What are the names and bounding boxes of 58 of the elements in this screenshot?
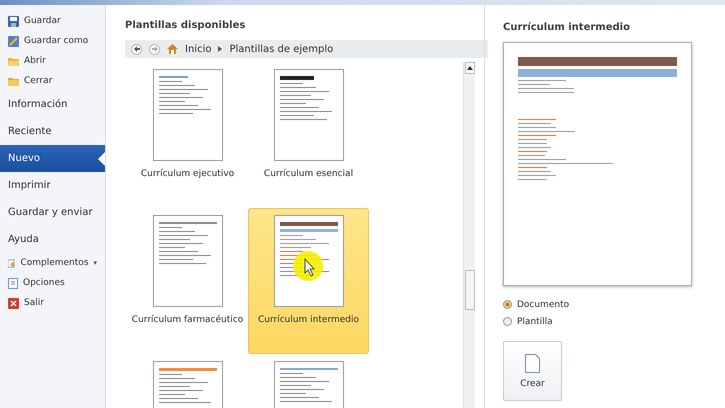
template-title: Currículum esencial xyxy=(264,169,354,179)
menu-item-label: Reciente xyxy=(8,126,52,137)
radio-button[interactable] xyxy=(503,317,512,326)
chevron-right-icon xyxy=(218,46,222,52)
menu-item-label: Salir xyxy=(24,298,44,308)
menu-item-label: Ayuda xyxy=(8,234,39,245)
scroll-thumb[interactable] xyxy=(464,270,474,310)
radio-button[interactable] xyxy=(503,300,512,309)
folder-icon xyxy=(8,56,19,66)
template-tile[interactable]: Currículum ejecutivo xyxy=(127,62,248,208)
preview-title: Currículum intermedio xyxy=(503,22,631,35)
menu-item-label: Opciones xyxy=(23,278,65,288)
template-tile[interactable]: Currículum esencial xyxy=(248,62,369,208)
menu-item[interactable]: Cerrar xyxy=(0,71,105,91)
forward-button[interactable] xyxy=(149,44,160,54)
radio-option[interactable]: Plantilla xyxy=(503,313,725,330)
menu-item[interactable]: Guardar y enviar xyxy=(0,199,105,226)
back-button[interactable] xyxy=(131,44,142,54)
menu-item-label: Complementos xyxy=(20,258,88,268)
breadcrumb-link[interactable]: Plantillas de ejemplo xyxy=(229,44,334,54)
menu-item[interactable]: Abrir xyxy=(0,51,105,71)
menu-item[interactable]: Reciente xyxy=(0,118,105,145)
menu-item-label: Guardar como xyxy=(24,36,88,46)
template-tile[interactable]: Currículum intermedio xyxy=(248,208,369,354)
menu-item[interactable]: Opciones xyxy=(0,273,105,293)
template-title: Currículum farmacéutico xyxy=(132,315,244,325)
menu-item-label: Información xyxy=(8,99,68,110)
menu-item[interactable]: Imprimir xyxy=(0,172,105,199)
scrollbar[interactable] xyxy=(463,62,475,408)
menu-item[interactable]: Información xyxy=(0,91,105,118)
menu-item-label: Guardar xyxy=(24,16,61,26)
radio-option[interactable]: Documento xyxy=(503,296,725,313)
menu-item[interactable]: Nuevo xyxy=(0,145,105,172)
menu-item-label: Nuevo xyxy=(8,153,40,164)
menu-item-label: Guardar y enviar xyxy=(8,207,92,218)
radio-label: Plantilla xyxy=(517,316,553,326)
template-tile[interactable]: Currículum farmacéutico xyxy=(127,208,248,354)
document-icon xyxy=(525,354,540,372)
breadcrumb-link[interactable]: Inicio xyxy=(185,44,212,54)
template-title: Currículum intermedio xyxy=(258,315,360,325)
menu-item[interactable]: Salir xyxy=(0,293,105,313)
document-icon xyxy=(8,278,18,288)
menu-item-label: Cerrar xyxy=(24,76,52,86)
menu-item[interactable]: Ayuda xyxy=(0,226,105,253)
exit-icon xyxy=(8,298,19,308)
folder-icon xyxy=(8,76,19,86)
menu-item-label: Abrir xyxy=(24,56,46,66)
caret-up-icon xyxy=(466,66,472,70)
menu-item[interactable]: Guardar como xyxy=(0,31,105,51)
scroll-up-button[interactable] xyxy=(464,62,474,74)
create-button[interactable]: Crear xyxy=(503,341,562,401)
section-title: Plantillas disponibles xyxy=(125,20,246,33)
menu-item[interactable]: Guardar xyxy=(0,11,105,31)
cursor-highlight-icon xyxy=(293,251,323,281)
radio-label: Documento xyxy=(517,300,570,310)
template-title: Currículum ejecutivo xyxy=(140,169,234,179)
menu-item-label: Imprimir xyxy=(8,180,51,191)
home-icon[interactable] xyxy=(167,44,178,54)
